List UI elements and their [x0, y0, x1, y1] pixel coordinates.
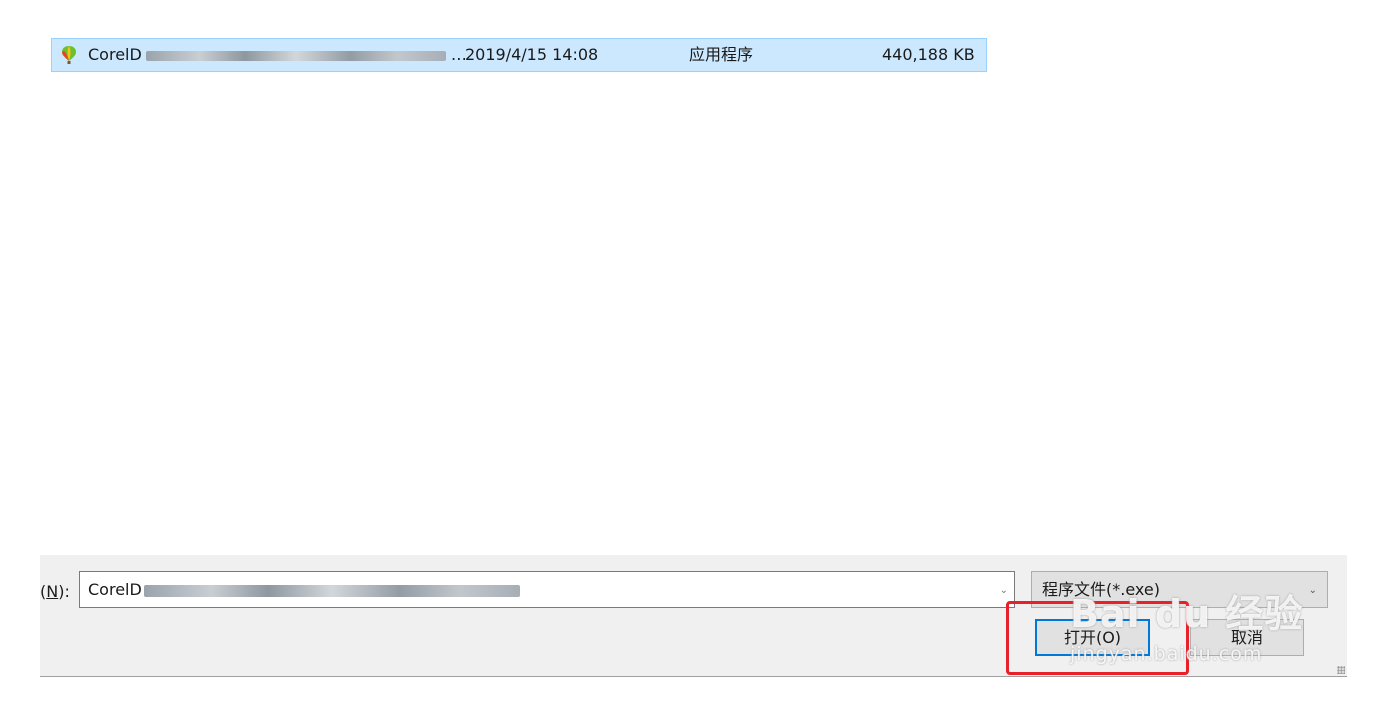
filename-value: CorelD — [88, 580, 142, 599]
filename-input[interactable]: CorelD ⌄ — [79, 571, 1015, 608]
chevron-down-icon: ⌄ — [1308, 585, 1317, 596]
file-type: 应用程序 — [689, 45, 754, 64]
filename-label: (N): — [40, 582, 70, 601]
file-type-filter-select[interactable]: 程序文件(*.exe) ⌄ — [1031, 571, 1328, 608]
file-name: CorelD … — [88, 45, 467, 64]
filter-value: 程序文件(*.exe) — [1042, 580, 1160, 599]
chevron-down-icon[interactable]: ⌄ — [1000, 585, 1008, 596]
file-size: 440,188 KB — [882, 45, 975, 64]
file-date: 2019/4/15 14:08 — [465, 45, 599, 64]
coreldraw-balloon-icon — [62, 46, 76, 64]
redacted-blur — [143, 584, 520, 597]
open-button[interactable]: 打开(O) — [1035, 619, 1150, 656]
dialog-bottom-panel: (N): CorelD ⌄ 程序文件(*.exe) ⌄ 打开(O) 取消 — [40, 555, 1347, 677]
redacted-blur — [145, 50, 446, 61]
resize-grip-icon[interactable] — [1337, 666, 1345, 674]
file-row[interactable]: CorelD … 2019/4/15 14:08 应用程序 440,188 KB — [51, 38, 987, 72]
cancel-button[interactable]: 取消 — [1190, 619, 1304, 656]
